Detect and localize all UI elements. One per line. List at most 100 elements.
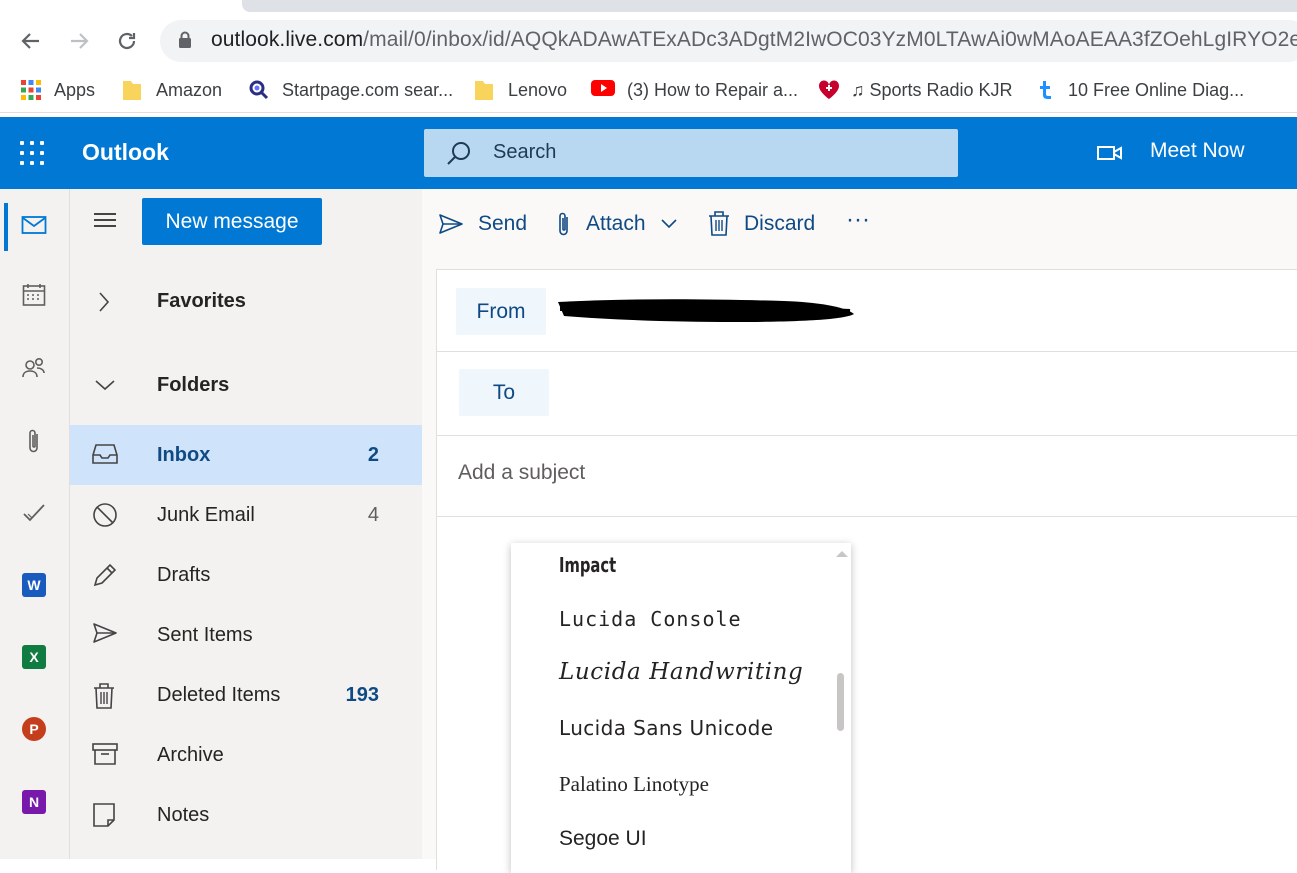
- bookmark-label: 10 Free Online Diag...: [1068, 79, 1245, 100]
- app-title[interactable]: Outlook: [82, 139, 169, 166]
- folder-drafts[interactable]: Drafts: [70, 545, 422, 605]
- from-button[interactable]: From: [456, 288, 546, 335]
- subject-input[interactable]: [456, 456, 1160, 490]
- favorites-label: Favorites: [157, 290, 246, 312]
- app-rail: W X P N: [0, 189, 70, 859]
- font-option-lucida-handwriting[interactable]: Lucida Handwriting: [559, 659, 803, 685]
- chevron-down-icon: [94, 378, 116, 399]
- bookmark-label: Lenovo: [508, 79, 568, 100]
- subject-row: [437, 436, 1297, 517]
- bookmark-apps[interactable]: Apps: [20, 78, 95, 102]
- font-option-lucida-console[interactable]: Lucida Console: [559, 607, 742, 631]
- font-option-segoe-ui[interactable]: Segoe UI: [559, 827, 647, 851]
- trash-icon: [709, 211, 729, 236]
- tumblr-icon: [1034, 79, 1056, 101]
- bookmarks-bar: Apps Amazon Startpage.com sear... Lenovo…: [0, 68, 1297, 113]
- chevron-down-icon: [660, 219, 677, 229]
- folder-inbox[interactable]: Inbox 2: [70, 425, 422, 485]
- folder-pane: New message Favorites Folders Inbox 2 Ju…: [70, 189, 422, 859]
- iheart-icon: [817, 79, 840, 101]
- folders-label: Folders: [157, 374, 230, 396]
- attach-button[interactable]: Attach: [556, 209, 678, 239]
- to-button[interactable]: To: [459, 369, 549, 416]
- item-count: 4: [367, 504, 379, 526]
- font-dropdown-menu: Impact Lucida Console Lucida Handwriting…: [511, 543, 851, 873]
- onenote-icon[interactable]: N: [18, 786, 50, 818]
- forward-arrow-icon[interactable]: [64, 26, 94, 56]
- send-label: Send: [478, 212, 528, 235]
- scrollbar-thumb[interactable]: [837, 673, 844, 731]
- new-message-button[interactable]: New message: [142, 198, 322, 245]
- trash-icon: [92, 682, 120, 710]
- discard-button[interactable]: Discard: [708, 209, 815, 239]
- font-option-impact[interactable]: Impact: [559, 553, 616, 577]
- excel-icon[interactable]: X: [18, 641, 50, 673]
- powerpoint-icon[interactable]: P: [18, 713, 50, 745]
- browser-tab-strip: [0, 0, 1297, 14]
- font-option-lucida-sans-unicode[interactable]: Lucida Sans Unicode: [559, 716, 773, 740]
- bookmark-label: ♫ Sports Radio KJR: [851, 79, 1013, 100]
- discard-label: Discard: [744, 212, 816, 235]
- unread-count: 2: [367, 444, 379, 466]
- people-icon[interactable]: [18, 352, 50, 384]
- inbox-icon: [92, 442, 120, 470]
- todo-check-icon[interactable]: [18, 497, 50, 529]
- folder-icon: [122, 79, 144, 101]
- folder-name: Junk Email: [157, 504, 255, 526]
- browser-toolbar: outlook.live.com/mail/0/inbox/id/AQQkADA…: [0, 14, 1297, 68]
- bookmark-tumblr[interactable]: 10 Free Online Diag...: [1034, 78, 1244, 102]
- folders-section[interactable]: Folders: [70, 362, 422, 412]
- app-launcher-icon[interactable]: [20, 141, 46, 167]
- bookmark-label: (3) How to Repair a...: [627, 79, 799, 100]
- outlook-header: Outlook Search Meet Now: [0, 117, 1297, 189]
- folder-junk-email[interactable]: Junk Email 4: [70, 485, 422, 545]
- lock-icon[interactable]: [178, 31, 192, 54]
- search-icon: [446, 140, 472, 171]
- mail-icon[interactable]: [18, 209, 50, 241]
- more-options-button[interactable]: ···: [846, 205, 870, 235]
- hamburger-menu-icon[interactable]: [94, 211, 120, 229]
- drafts-pencil-icon: [92, 562, 120, 590]
- archive-icon: [92, 742, 120, 770]
- apps-grid-icon: [20, 79, 42, 101]
- send-icon: [439, 214, 463, 234]
- search-box[interactable]: Search: [424, 129, 958, 177]
- word-icon[interactable]: W: [18, 569, 50, 601]
- dropdown-scrollbar[interactable]: [831, 543, 851, 873]
- favorites-section[interactable]: Favorites: [70, 278, 422, 328]
- startpage-icon: [248, 79, 270, 101]
- folder-notes[interactable]: Notes: [70, 785, 422, 845]
- folder-name: Notes: [157, 804, 210, 826]
- folder-archive[interactable]: Archive: [70, 725, 422, 785]
- from-row: From: [437, 270, 1297, 352]
- folder-name: Sent Items: [157, 624, 253, 646]
- bookmark-amazon[interactable]: Amazon: [122, 78, 222, 102]
- calendar-icon[interactable]: [18, 279, 50, 311]
- video-camera-icon[interactable]: [1097, 144, 1123, 167]
- meet-now-button[interactable]: Meet Now: [1150, 139, 1245, 163]
- attach-label: Attach: [586, 212, 646, 235]
- reload-icon[interactable]: [112, 26, 142, 56]
- folder-sent-items[interactable]: Sent Items: [70, 605, 422, 665]
- bookmark-youtube[interactable]: (3) How to Repair a...: [591, 78, 798, 102]
- font-option-palatino-linotype[interactable]: Palatino Linotype: [559, 772, 709, 797]
- compose-command-bar: Send Attach Discard ···: [422, 189, 1297, 257]
- to-row: To: [437, 352, 1297, 436]
- bookmark-label: Apps: [54, 79, 96, 100]
- unread-count: 193: [345, 684, 379, 706]
- folder-name: Deleted Items: [157, 684, 281, 706]
- scroll-up-arrow-icon[interactable]: [836, 551, 848, 557]
- bookmark-kjr[interactable]: ♫ Sports Radio KJR: [817, 78, 1013, 102]
- junk-icon: [92, 502, 120, 530]
- folder-name: Inbox: [157, 444, 211, 466]
- bookmark-lenovo[interactable]: Lenovo: [474, 78, 567, 102]
- url-text[interactable]: outlook.live.com/mail/0/inbox/id/AQQkADA…: [211, 28, 1297, 52]
- youtube-icon: [591, 79, 615, 101]
- folder-deleted-items[interactable]: Deleted Items 193: [70, 665, 422, 725]
- back-arrow-icon[interactable]: [16, 26, 46, 56]
- chevron-right-icon: [96, 291, 112, 318]
- bookmark-startpage[interactable]: Startpage.com sear...: [248, 78, 453, 102]
- paperclip-icon[interactable]: [18, 425, 50, 457]
- search-placeholder: Search: [493, 141, 557, 163]
- send-button[interactable]: Send: [438, 209, 527, 239]
